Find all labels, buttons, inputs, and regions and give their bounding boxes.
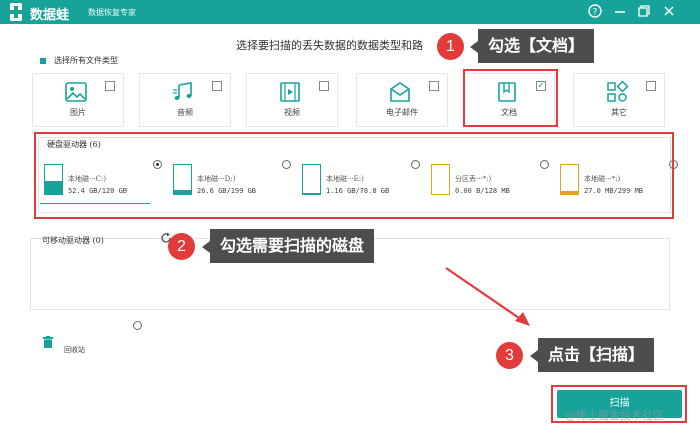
type-card-audio[interactable]: 音频 <box>139 73 231 127</box>
email-checkbox[interactable] <box>429 81 439 91</box>
recycle-bin-radio[interactable] <box>133 321 142 330</box>
close-icon[interactable] <box>661 4 677 20</box>
type-label: 音频 <box>177 108 193 117</box>
type-label: 其它 <box>611 108 627 117</box>
callout-2: 勾选需要扫描的磁盘 <box>210 229 375 263</box>
highlight-drives-box <box>34 132 674 219</box>
svg-text:?: ? <box>593 8 598 18</box>
type-card-other[interactable]: 其它 <box>573 73 665 127</box>
removable-drive-title: 可移动驱动器 (0) <box>42 236 104 245</box>
select-all-label: 选择所有文件类型 <box>54 56 118 65</box>
app-subtitle: 数据恢复专家 <box>88 8 136 17</box>
scan-prompt: 选择要扫描的丢失数据的数据类型和路 <box>236 39 423 52</box>
video-icon <box>280 82 300 102</box>
type-label: 图片 <box>70 108 86 117</box>
select-all-types[interactable]: 选择所有文件类型 <box>40 55 118 66</box>
step-2-badge: 2 <box>168 233 195 260</box>
title-bar: 数据蛙 数据恢复专家 ? <box>0 0 700 24</box>
callout-2-tip <box>202 241 210 253</box>
callout-1: 勾选【文档】 <box>478 29 595 63</box>
select-all-checkbox[interactable] <box>40 58 46 64</box>
step-3-badge: 3 <box>496 342 523 369</box>
callout-3: 点击【扫描】 <box>538 338 655 372</box>
step-1-badge: 1 <box>437 33 464 60</box>
mail-icon <box>390 82 410 102</box>
type-card-image[interactable]: 图片 <box>32 73 124 127</box>
recycle-bin-icon[interactable] <box>43 336 53 348</box>
audio-checkbox[interactable] <box>212 81 222 91</box>
callout-3-tip <box>530 350 538 362</box>
frog-logo-icon <box>10 3 22 21</box>
type-label: 视频 <box>284 108 300 117</box>
help-icon[interactable]: ? <box>587 4 603 20</box>
restore-icon[interactable] <box>636 4 652 20</box>
recycle-bin-label: 回收站 <box>64 346 85 354</box>
callout-1-tip <box>470 41 478 53</box>
video-checkbox[interactable] <box>319 81 329 91</box>
other-icon <box>607 80 629 102</box>
watermark: @稀土掘金技术社区 <box>565 409 664 422</box>
music-icon <box>173 82 192 100</box>
other-checkbox[interactable] <box>646 81 656 91</box>
pointer-arrow <box>445 267 530 326</box>
minimize-icon[interactable] <box>612 4 628 20</box>
app-name: 数据蛙 <box>30 8 70 23</box>
type-label: 电子邮件 <box>386 108 418 117</box>
type-card-video[interactable]: 视频 <box>246 73 338 127</box>
image-icon <box>65 82 87 102</box>
type-card-email[interactable]: 电子邮件 <box>356 73 448 127</box>
highlight-document-box <box>463 69 558 127</box>
image-checkbox[interactable] <box>105 81 115 91</box>
